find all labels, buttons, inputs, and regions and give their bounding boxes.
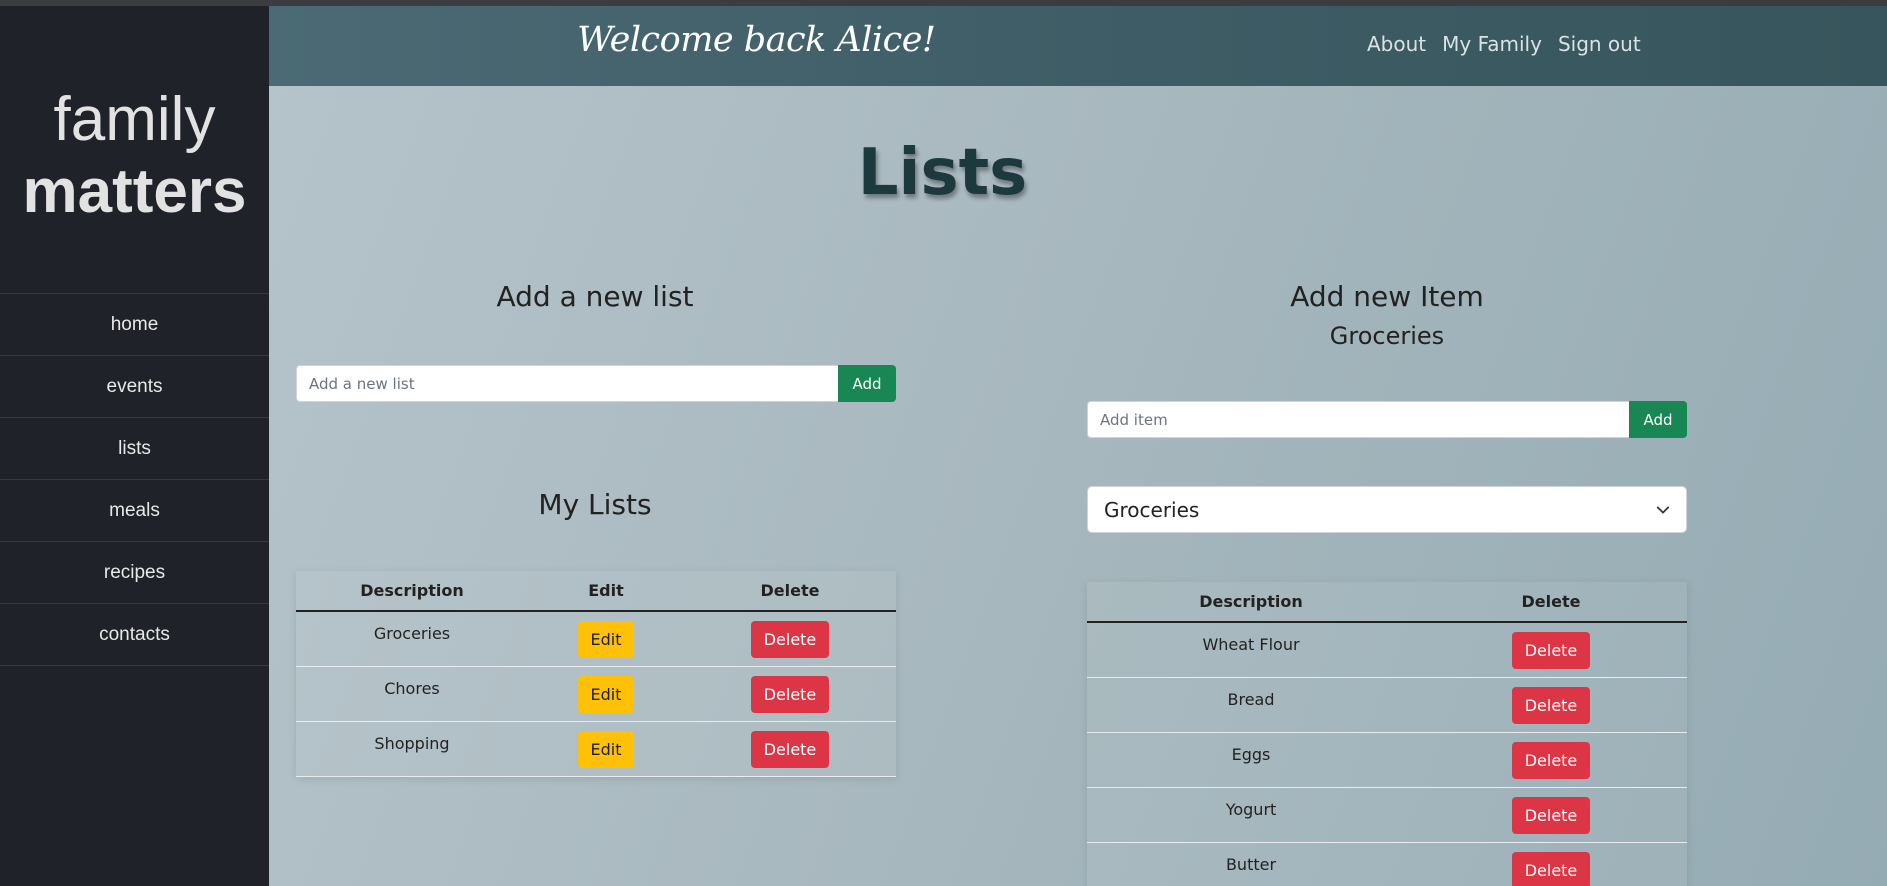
table-row: Groceries Edit Delete [296, 611, 896, 667]
welcome-message: Welcome back Alice! [577, 20, 936, 60]
my-lists-table: Description Edit Delete Groceries Edit D… [296, 571, 896, 777]
delete-button[interactable]: Delete [1511, 796, 1591, 834]
item-description: Butter [1087, 842, 1415, 886]
list-description: Groceries [296, 611, 528, 667]
sidebar-nav: home events lists meals recipes contacts [0, 293, 269, 666]
table-row: Eggs Delete [1087, 732, 1687, 788]
delete-button[interactable]: Delete [750, 675, 830, 713]
brand-line-2: matters [22, 157, 247, 226]
column-header-edit: Edit [528, 571, 684, 612]
new-item-input[interactable] [1087, 401, 1629, 438]
table-row: Yogurt Delete [1087, 787, 1687, 843]
table-row: Shopping Edit Delete [296, 721, 896, 777]
delete-button[interactable]: Delete [1511, 741, 1591, 779]
selected-list-name: Groceries [1329, 322, 1445, 350]
column-header-delete: Delete [1415, 582, 1687, 623]
sidebar-item-contacts[interactable]: contacts [0, 604, 269, 666]
add-list-button[interactable]: Add [838, 365, 896, 402]
my-lists-heading: My Lists [538, 488, 652, 521]
brand-logo: family matters [0, 84, 269, 228]
column-header-delete: Delete [684, 571, 896, 612]
item-description: Bread [1087, 677, 1415, 733]
edit-button[interactable]: Edit [577, 621, 635, 658]
my-family-link[interactable]: My Family [1442, 32, 1542, 56]
sidebar-item-home[interactable]: home [0, 294, 269, 356]
sign-out-link[interactable]: Sign out [1558, 32, 1641, 56]
new-list-input[interactable] [296, 365, 838, 402]
delete-button[interactable]: Delete [1511, 851, 1591, 886]
column-header-description: Description [296, 571, 528, 612]
item-description: Yogurt [1087, 787, 1415, 843]
table-row: Butter Delete [1087, 842, 1687, 886]
brand-line-1: family [53, 85, 216, 154]
add-list-form: Add [296, 365, 896, 402]
edit-button[interactable]: Edit [577, 730, 635, 768]
delete-button[interactable]: Delete [750, 621, 830, 658]
column-header-description: Description [1087, 582, 1415, 623]
delete-button[interactable]: Delete [750, 730, 830, 768]
add-item-heading: Add new Item [1290, 280, 1484, 313]
sidebar-item-lists[interactable]: lists [0, 418, 269, 480]
sidebar-item-recipes[interactable]: recipes [0, 542, 269, 604]
item-description: Eggs [1087, 732, 1415, 788]
add-list-heading: Add a new list [496, 280, 694, 313]
delete-button[interactable]: Delete [1511, 632, 1591, 669]
main-content: Welcome back Alice! About My Family Sign… [269, 6, 1887, 886]
top-bar: Welcome back Alice! About My Family Sign… [269, 6, 1887, 86]
edit-button[interactable]: Edit [577, 675, 635, 713]
list-select-value: Groceries [1104, 497, 1200, 522]
list-items-table: Description Delete Wheat Flour Delete Br… [1087, 582, 1687, 886]
table-row: Bread Delete [1087, 677, 1687, 733]
sidebar: family matters home events lists meals r… [0, 6, 269, 886]
list-description: Shopping [296, 721, 528, 777]
about-link[interactable]: About [1367, 32, 1426, 56]
table-row: Chores Edit Delete [296, 666, 896, 722]
table-header-row: Description Delete [1087, 582, 1687, 623]
item-description: Wheat Flour [1087, 622, 1415, 678]
list-description: Chores [296, 666, 528, 722]
chevron-down-icon [1656, 506, 1670, 513]
list-select[interactable]: Groceries [1087, 486, 1687, 533]
sidebar-item-meals[interactable]: meals [0, 480, 269, 542]
top-nav: About My Family Sign out [1367, 32, 1641, 56]
table-header-row: Description Edit Delete [296, 571, 896, 612]
delete-button[interactable]: Delete [1511, 686, 1591, 724]
add-item-form: Add [1087, 401, 1687, 438]
page-title: Lists [857, 136, 1028, 210]
sidebar-item-events[interactable]: events [0, 356, 269, 418]
add-item-button[interactable]: Add [1629, 401, 1687, 438]
table-row: Wheat Flour Delete [1087, 622, 1687, 678]
